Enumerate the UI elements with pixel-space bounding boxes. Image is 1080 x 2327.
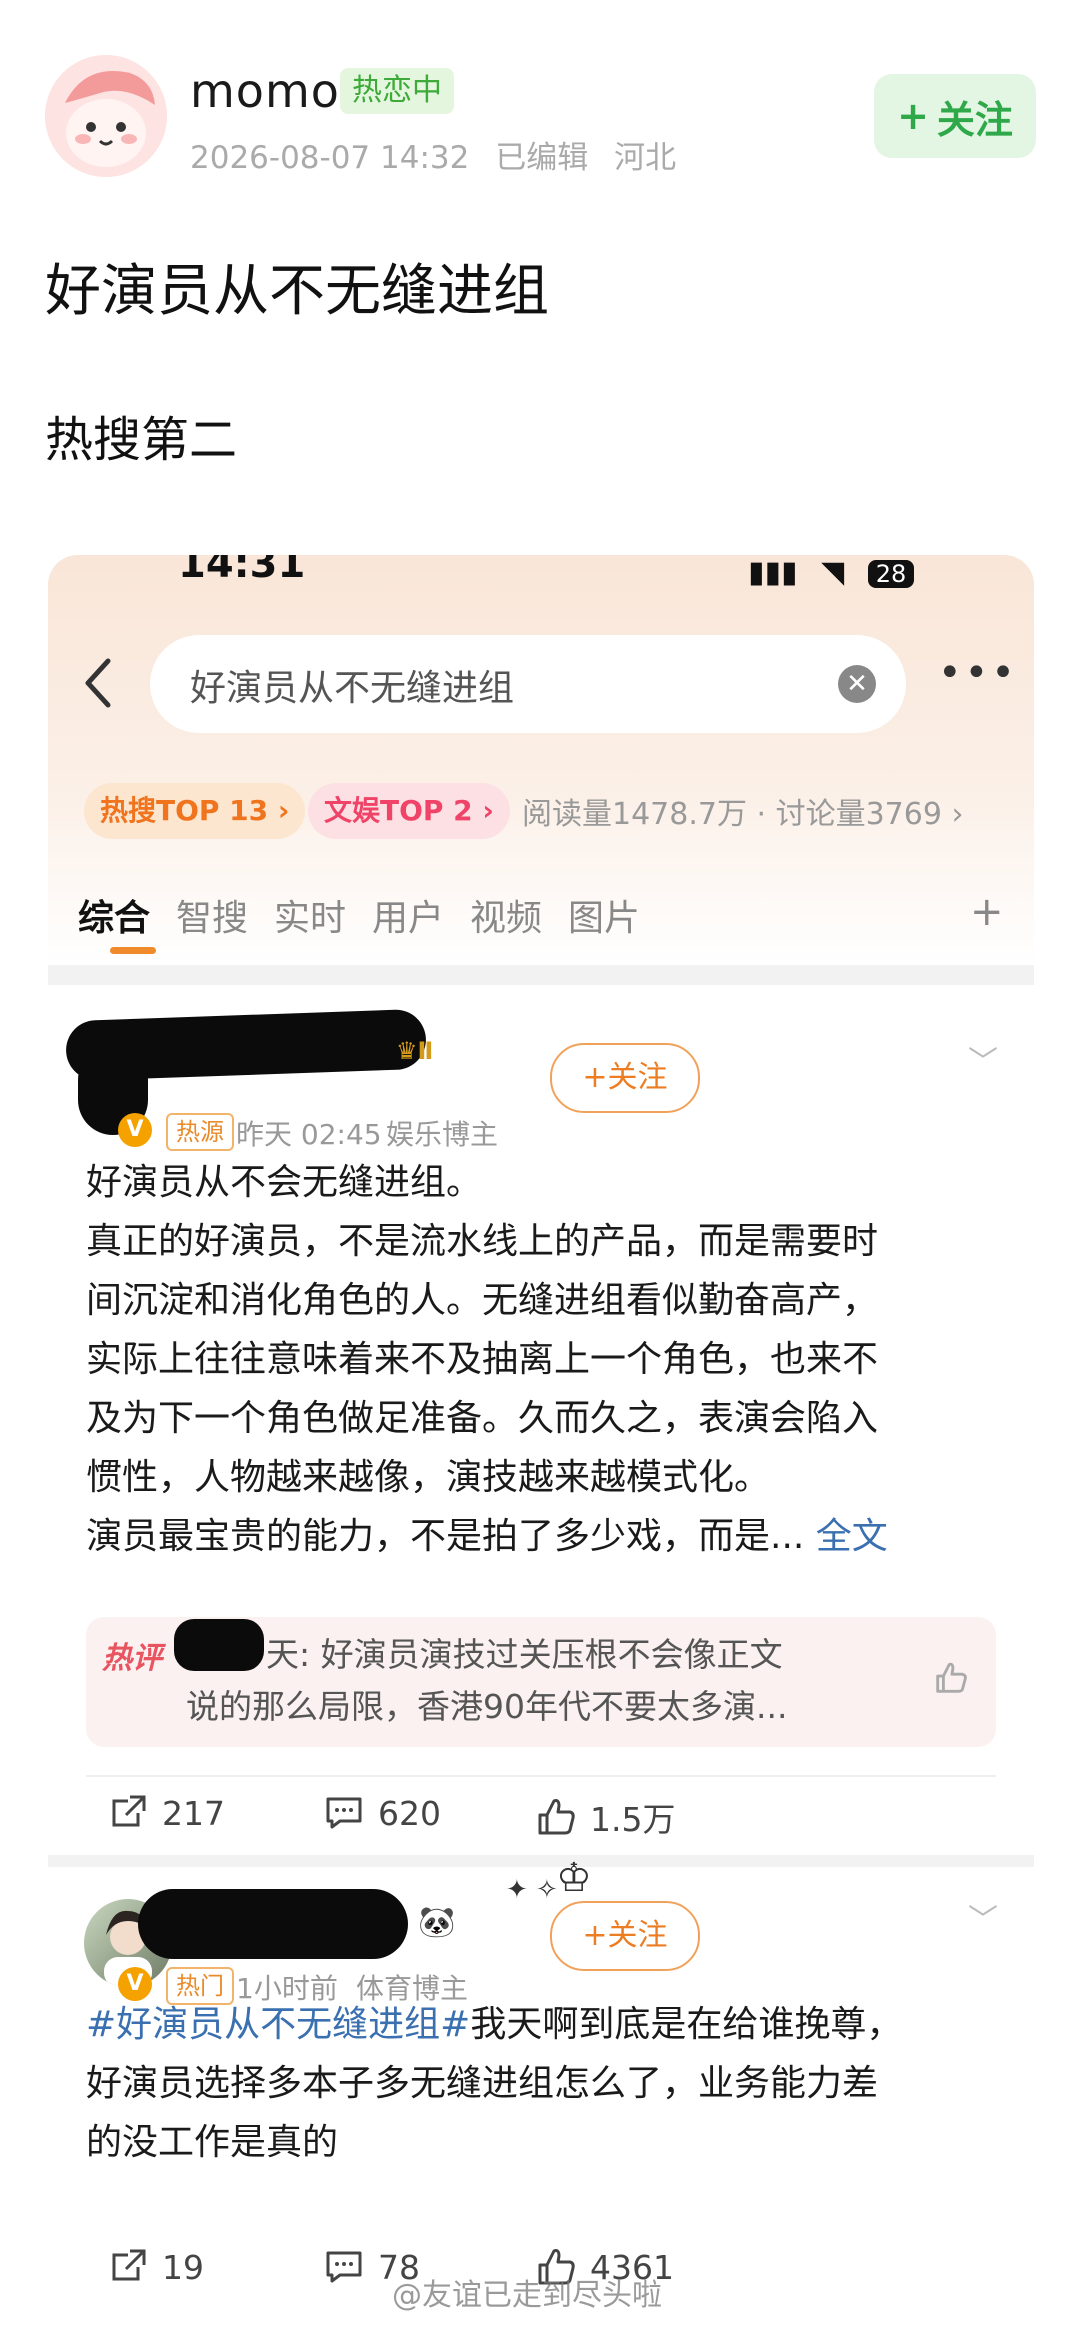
repost-count: 19: [162, 2247, 204, 2287]
verified-icon: V: [118, 1113, 152, 1147]
chevron-down-icon[interactable]: ﹀: [968, 1037, 998, 1081]
feed-text-line: 真正的好演员，不是流水线上的产品，而是需要时: [86, 1221, 879, 1262]
feed-category: 娱乐博主: [386, 1118, 499, 1151]
post-location: 河北: [614, 140, 677, 176]
wifi-icon: ◥: [821, 555, 845, 590]
thumbs-up-icon[interactable]: [932, 1659, 970, 1706]
follow-button[interactable]: + 关注: [874, 74, 1036, 158]
battery-icon: 28: [867, 560, 915, 588]
author-status-badge: 热恋中: [340, 68, 454, 114]
search-tabs: 综合 智搜 实时 用户 视频 图片 +: [48, 855, 1034, 965]
feed-item[interactable]: ♛Ⅱ V 热源 昨天 02:45 娱乐博主 +关注 ﹀ 好演员从不会无缝进组。 …: [48, 985, 1034, 1855]
member-level-icon: ♛Ⅱ: [396, 1037, 434, 1065]
author-name[interactable]: momo: [190, 64, 340, 118]
hot-comment-line: 说的那么局限，香港90年代不要太多演...: [186, 1687, 788, 1726]
author-avatar[interactable]: [45, 55, 167, 177]
signal-icon: ▮▮▮: [748, 555, 798, 590]
read-stats[interactable]: 阅读量1478.7万 · 讨论量3769 ›: [522, 789, 963, 833]
panda-icon: 🐼: [418, 1905, 456, 1940]
feed-text-line: 我天啊到底是在给谁挽尊，: [470, 2004, 903, 2045]
comment-count: 620: [378, 1793, 441, 1833]
comment-icon: [326, 2251, 362, 2283]
post-meta: 2026-08-07 14:32 已编辑 河北: [190, 132, 692, 177]
feed-item[interactable]: 🐼 V 热门 1小时前 体育博主 ✦ ✧ ♔ +关注 ﹀ #好演员从不无缝进组#…: [48, 1855, 1034, 2327]
hot-comment-line: 好演员演技过关压根不会像正文: [320, 1635, 783, 1674]
tab-users[interactable]: 用户: [372, 889, 444, 941]
hot-comment-label: 热评: [102, 1641, 162, 1676]
hashtag-link[interactable]: #好演员从不无缝进组#: [86, 2004, 470, 2045]
repost-icon: [112, 2249, 146, 2281]
comment-icon: [326, 1797, 362, 1829]
more-icon[interactable]: •••: [938, 650, 1018, 696]
back-arrow-icon[interactable]: [78, 653, 118, 713]
feed-follow-button[interactable]: +关注: [550, 1043, 700, 1113]
comment-button[interactable]: 620: [324, 1793, 441, 1833]
feed-text[interactable]: 好演员从不会无缝进组。 真正的好演员，不是流水线上的产品，而是需要时 间沉淀和消…: [86, 1153, 996, 1566]
like-button[interactable]: 1.5万: [536, 1793, 675, 1841]
feed-text-line: 惯性，人物越来越像，演技越来越模式化。: [86, 1457, 771, 1498]
watermark: @友谊已走到尽头啦: [392, 2278, 662, 2313]
feed-text-line: 及为下一个角色做足准备。久而久之，表演会陷入: [86, 1398, 879, 1439]
feed-text-line: 好演员从不会无缝进组。: [86, 1162, 483, 1203]
repost-button[interactable]: 217: [108, 1793, 225, 1833]
divider: [86, 1775, 996, 1777]
hot-search-rank-tag[interactable]: 热搜TOP 13 ›: [84, 783, 306, 839]
feed-text-line: 的没工作是真的: [86, 2122, 339, 2163]
repost-icon: [112, 1795, 146, 1827]
crown-decoration-icon: ♔: [556, 1855, 592, 1901]
feed-text-line: 间沉淀和消化角色的人。无缝进组看似勤奋高产，: [86, 1280, 879, 1321]
active-tab-indicator: [110, 947, 156, 954]
follow-label: 关注: [936, 97, 1013, 142]
redacted-username: [138, 1889, 408, 1959]
hot-comment[interactable]: 热评 天: 好演员演技过关压根不会像正文 说的那么局限，香港90年代不要太多演.…: [86, 1617, 996, 1747]
tab-add-icon[interactable]: +: [970, 889, 1004, 935]
search-header: 14:31 ▮▮▮ ◥ 28 好演员从不无缝进组 ✕ ••• 热搜TOP 13 …: [48, 555, 1034, 965]
post-date: 2026-08-07 14:32: [190, 140, 470, 176]
status-time: 14:31: [178, 555, 306, 587]
screenshot-image[interactable]: 14:31 ▮▮▮ ◥ 28 好演员从不无缝进组 ✕ ••• 热搜TOP 13 …: [48, 555, 1034, 2327]
status-icons: ▮▮▮ ◥ 28: [748, 555, 915, 590]
post-subtitle: 热搜第二: [45, 412, 238, 468]
hot-comment-suffix: 天:: [266, 1635, 311, 1674]
search-query: 好演员从不无缝进组: [190, 668, 515, 709]
chevron-down-icon[interactable]: ﹀: [968, 1895, 998, 1939]
thumbs-up-icon: [538, 1799, 575, 1835]
hot-comment-text: 天: 好演员演技过关压根不会像正文 说的那么局限，香港90年代不要太多演...: [186, 1629, 886, 1733]
clear-icon[interactable]: ✕: [838, 665, 876, 703]
full-text-link[interactable]: 全文: [816, 1516, 888, 1557]
feed-text[interactable]: #好演员从不无缝进组#我天啊到底是在给谁挽尊， 好演员选择多本子多无缝进组怎么了…: [86, 1995, 996, 2172]
tab-images[interactable]: 图片: [568, 889, 640, 941]
tab-smart-search[interactable]: 智搜: [176, 889, 248, 941]
repost-button[interactable]: 19: [108, 2247, 204, 2287]
feed-follow-button[interactable]: +关注: [550, 1901, 700, 1971]
plus-icon: +: [897, 94, 929, 138]
like-count: 1.5万: [590, 1800, 676, 1839]
tab-realtime[interactable]: 实时: [274, 889, 346, 941]
sparkle-icon: ✦ ✧: [506, 1875, 558, 1905]
search-input[interactable]: 好演员从不无缝进组 ✕: [150, 635, 906, 733]
tab-comprehensive[interactable]: 综合: [78, 889, 150, 941]
tab-videos[interactable]: 视频: [470, 889, 542, 941]
feed-time: 昨天 02:45: [236, 1118, 382, 1151]
feed-text-line: 实际上往往意味着来不及抽离上一个角色，也来不: [86, 1339, 879, 1380]
post-title: 好演员从不无缝进组: [45, 259, 549, 324]
repost-count: 217: [162, 1793, 225, 1833]
feed-tag: 热源: [166, 1113, 234, 1151]
feed-text-line: 好演员选择多本子多无缝进组怎么了，业务能力差: [86, 2063, 879, 2104]
feed-text-line: 演员最宝贵的能力，不是拍了多少戏，而是...: [86, 1516, 805, 1557]
entertainment-rank-tag[interactable]: 文娱TOP 2 ›: [308, 783, 510, 839]
post-edited: 已编辑: [495, 140, 589, 176]
